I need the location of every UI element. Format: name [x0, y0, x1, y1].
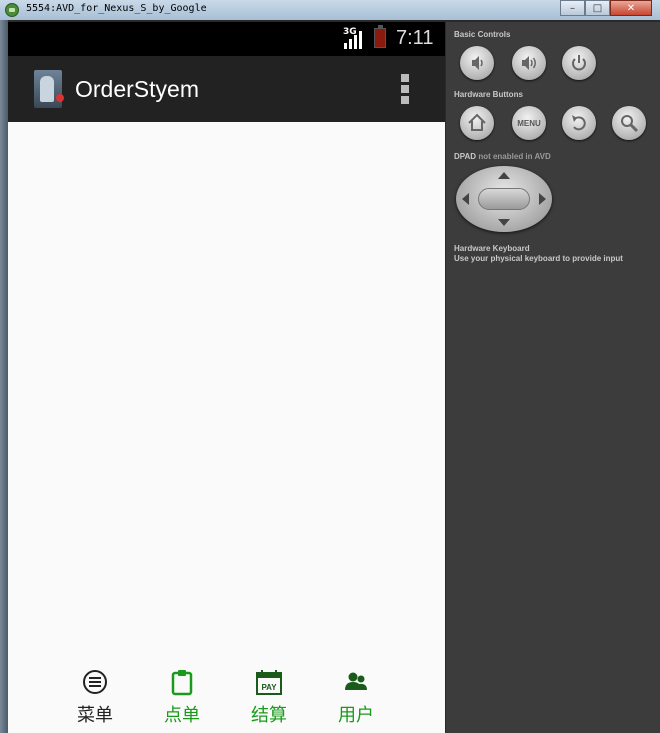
- search-button[interactable]: [612, 106, 646, 140]
- back-button[interactable]: [562, 106, 596, 140]
- bottom-tab-bar: 菜单 点单 PAY 结算 用户: [8, 662, 445, 733]
- dpad-left-icon[interactable]: [462, 193, 469, 205]
- pay-calendar-icon: PAY: [256, 670, 282, 695]
- dpad-heading: DPAD not enabled in AVD: [454, 152, 551, 161]
- search-icon: [621, 115, 639, 133]
- close-button[interactable]: ✕: [610, 0, 652, 16]
- list-icon: [83, 670, 107, 694]
- dpad-right-icon[interactable]: [539, 193, 546, 205]
- volume-up-button[interactable]: [512, 46, 546, 80]
- main-content-area: [8, 122, 445, 662]
- keyboard-heading: Hardware Keyboard: [454, 244, 530, 253]
- power-button[interactable]: [562, 46, 596, 80]
- tab-menu-label: 菜单: [77, 705, 113, 726]
- dpad-heading-note: not enabled in AVD: [478, 152, 551, 161]
- tab-order[interactable]: 点单: [147, 662, 217, 733]
- power-icon: [572, 55, 586, 71]
- action-bar: OrderStyem: [8, 56, 445, 122]
- tab-order-label: 点单: [164, 705, 200, 726]
- app-logo-icon[interactable]: [34, 70, 64, 108]
- network-type-label: 3G: [343, 27, 357, 37]
- volume-down-icon: [472, 56, 483, 70]
- volume-up-icon: [522, 56, 536, 70]
- emulator-controls-panel: Basic Controls Hardware Buttons MENU DPA…: [446, 22, 660, 733]
- status-bar: 3G 7:11: [8, 22, 445, 56]
- clipboard-icon: [171, 670, 193, 696]
- maximize-button[interactable]: □: [585, 0, 610, 16]
- users-icon: [345, 672, 367, 690]
- tab-user[interactable]: 用户: [321, 662, 391, 733]
- menu-button[interactable]: MENU: [512, 106, 546, 140]
- dpad-down-icon[interactable]: [498, 219, 510, 226]
- dpad-center-button[interactable]: [478, 188, 530, 210]
- overflow-menu-icon[interactable]: [401, 74, 411, 104]
- window-titlebar: 5554:AVD_for_Nexus_S_by_Google – □ ✕: [0, 0, 660, 20]
- back-icon: [572, 115, 586, 131]
- tab-user-label: 用户: [338, 705, 374, 726]
- minimize-button[interactable]: –: [560, 0, 585, 16]
- home-icon: [468, 113, 486, 131]
- dpad[interactable]: [456, 166, 552, 232]
- window-controls: – □ ✕: [560, 0, 652, 17]
- tab-menu[interactable]: 菜单: [60, 662, 130, 733]
- keyboard-note: Use your physical keyboard to provide in…: [454, 254, 623, 263]
- dpad-heading-main: DPAD: [454, 152, 477, 161]
- home-button[interactable]: [460, 106, 494, 140]
- battery-icon: [374, 25, 386, 48]
- status-time: 7:11: [396, 27, 434, 49]
- svg-text:PAY: PAY: [261, 683, 277, 692]
- android-screen: 3G 7:11 OrderStyem 菜单 点单 PAY 结算 用户: [8, 22, 445, 733]
- window-left-edge: [0, 20, 8, 733]
- app-title: OrderStyem: [75, 76, 199, 102]
- hardware-buttons-heading: Hardware Buttons: [454, 90, 523, 99]
- basic-controls-heading: Basic Controls: [454, 30, 511, 39]
- dpad-up-icon[interactable]: [498, 172, 510, 179]
- menu-button-label: MENU: [517, 118, 541, 128]
- tab-checkout-label: 结算: [251, 705, 287, 726]
- window-title: 5554:AVD_for_Nexus_S_by_Google: [26, 3, 207, 14]
- volume-down-button[interactable]: [460, 46, 494, 80]
- tab-checkout[interactable]: PAY 结算: [234, 662, 304, 733]
- emulator-app-icon: [5, 3, 19, 17]
